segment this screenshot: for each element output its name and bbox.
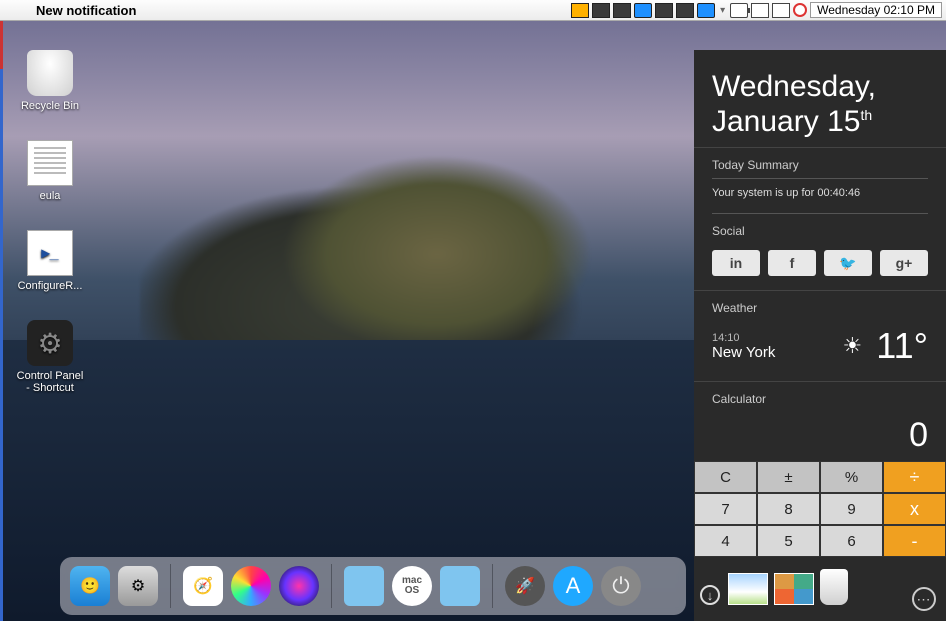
dock-power[interactable]: ⏻: [601, 566, 641, 606]
calc-5-button[interactable]: 5: [757, 525, 820, 557]
calc-plusminus-button[interactable]: ±: [757, 461, 820, 493]
download-badge-icon[interactable]: ↓: [700, 585, 720, 605]
social-header: Social: [694, 214, 946, 244]
calc-7-button[interactable]: 7: [694, 493, 757, 525]
sidebar-widget-panel: Wednesday, January 15th Today Summary Yo…: [694, 50, 946, 621]
tray-app-icon[interactable]: [592, 3, 610, 18]
recycle-bin-icon[interactable]: Recycle Bin: [12, 50, 88, 112]
calculator-keypad: C ± % ÷ 7 8 9 x 4 5 6 -: [694, 461, 946, 557]
dock-documents-folder[interactable]: [344, 566, 384, 606]
weather-temp: 11°: [876, 325, 928, 367]
dock-siri[interactable]: [279, 566, 319, 606]
desktop-thumbnail-stack: [728, 569, 848, 605]
tray-file-manager-icon[interactable]: [571, 3, 589, 18]
tray-monitor-icon[interactable]: [772, 3, 790, 18]
desktop-icons: Recycle Bin eula ▸_ ConfigureR... ⚙ Cont…: [12, 50, 88, 422]
icon-label: ConfigureR...: [12, 280, 88, 292]
configure-remoting-icon[interactable]: ▸_ ConfigureR...: [12, 230, 88, 292]
calc-4-button[interactable]: 4: [694, 525, 757, 557]
calc-6-button[interactable]: 6: [820, 525, 883, 557]
tray-clock[interactable]: Wednesday 02:10 PM: [810, 2, 942, 18]
calc-multiply-button[interactable]: x: [883, 493, 946, 525]
calculator-header: Calculator: [694, 381, 946, 412]
dock-separator: [170, 564, 171, 608]
powershell-icon: ▸_: [27, 230, 73, 276]
date-suffix: th: [860, 107, 872, 123]
dock-trash[interactable]: [820, 569, 848, 605]
thumbnail-tiles[interactable]: [774, 573, 814, 605]
tray-app-icon[interactable]: [676, 3, 694, 18]
left-window-edge: [0, 21, 3, 621]
icon-label: eula: [12, 190, 88, 202]
dock: 🙂 ⚙ 🧭 macOS 🚀 A ⏻: [60, 557, 686, 615]
more-button[interactable]: ⋯: [912, 587, 936, 611]
tray-app-icon[interactable]: [655, 3, 673, 18]
linkedin-button[interactable]: in: [712, 250, 760, 276]
social-buttons: in f 🐦 g+: [694, 244, 946, 290]
dock-launchpad[interactable]: 🚀: [505, 566, 545, 606]
calculator-display: 0: [694, 412, 946, 461]
icon-label: Recycle Bin: [12, 100, 88, 112]
date-month-day: January 15: [712, 105, 860, 138]
date-widget: Wednesday, January 15th: [694, 50, 946, 147]
thumbnail-photo[interactable]: [728, 573, 768, 605]
weather-widget[interactable]: 14:10 New York ☀ 11°: [694, 321, 946, 381]
calc-subtract-button[interactable]: -: [883, 525, 946, 557]
date-line2: January 15th: [712, 105, 928, 140]
system-tray: ▾ Wednesday 02:10 PM: [571, 2, 946, 18]
tray-app-icon[interactable]: [613, 3, 631, 18]
calc-divide-button[interactable]: ÷: [883, 461, 946, 493]
weather-time: 14:10: [712, 332, 842, 344]
notification-title[interactable]: New notification: [36, 3, 136, 18]
tray-chevron-icon[interactable]: ▾: [718, 5, 727, 16]
dock-music[interactable]: [231, 566, 271, 606]
dock-safari[interactable]: 🧭: [183, 566, 223, 606]
googleplus-button[interactable]: g+: [880, 250, 928, 276]
dock-downloads-folder[interactable]: [440, 566, 480, 606]
eula-icon[interactable]: eula: [12, 140, 88, 202]
calc-9-button[interactable]: 9: [820, 493, 883, 525]
facebook-button[interactable]: f: [768, 250, 816, 276]
dock-separator: [331, 564, 332, 608]
dock-system-preferences[interactable]: ⚙: [118, 566, 158, 606]
tray-blocked-icon[interactable]: [793, 3, 807, 17]
gear-icon: ⚙: [27, 320, 73, 366]
tray-edge-icon[interactable]: [697, 3, 715, 18]
dock-app-store[interactable]: A: [553, 566, 593, 606]
twitter-button[interactable]: 🐦: [824, 250, 872, 276]
icon-label: Control Panel - Shortcut: [12, 370, 88, 394]
tray-monitor-icon[interactable]: [751, 3, 769, 18]
dock-macos[interactable]: macOS: [392, 566, 432, 606]
control-panel-shortcut-icon[interactable]: ⚙ Control Panel - Shortcut: [12, 320, 88, 394]
calc-8-button[interactable]: 8: [757, 493, 820, 525]
sun-icon: ☀: [842, 333, 862, 359]
date-line1: Wednesday,: [712, 70, 928, 105]
dock-finder[interactable]: 🙂: [70, 566, 110, 606]
dock-separator: [492, 564, 493, 608]
calc-percent-button[interactable]: %: [820, 461, 883, 493]
menubar: New notification ▾ Wednesday 02:10 PM: [0, 0, 946, 21]
document-icon: [27, 140, 73, 186]
trash-icon: [27, 50, 73, 96]
tray-battery-icon[interactable]: [730, 3, 748, 18]
summary-header: Today Summary: [694, 147, 946, 178]
calc-clear-button[interactable]: C: [694, 461, 757, 493]
tray-edge-icon[interactable]: [634, 3, 652, 18]
weather-header: Weather: [694, 290, 946, 321]
weather-city: New York: [712, 344, 842, 361]
calculator-widget: 0 C ± % ÷ 7 8 9 x 4 5 6 -: [694, 412, 946, 557]
uptime-text: Your system is up for 00:40:46: [694, 179, 946, 213]
